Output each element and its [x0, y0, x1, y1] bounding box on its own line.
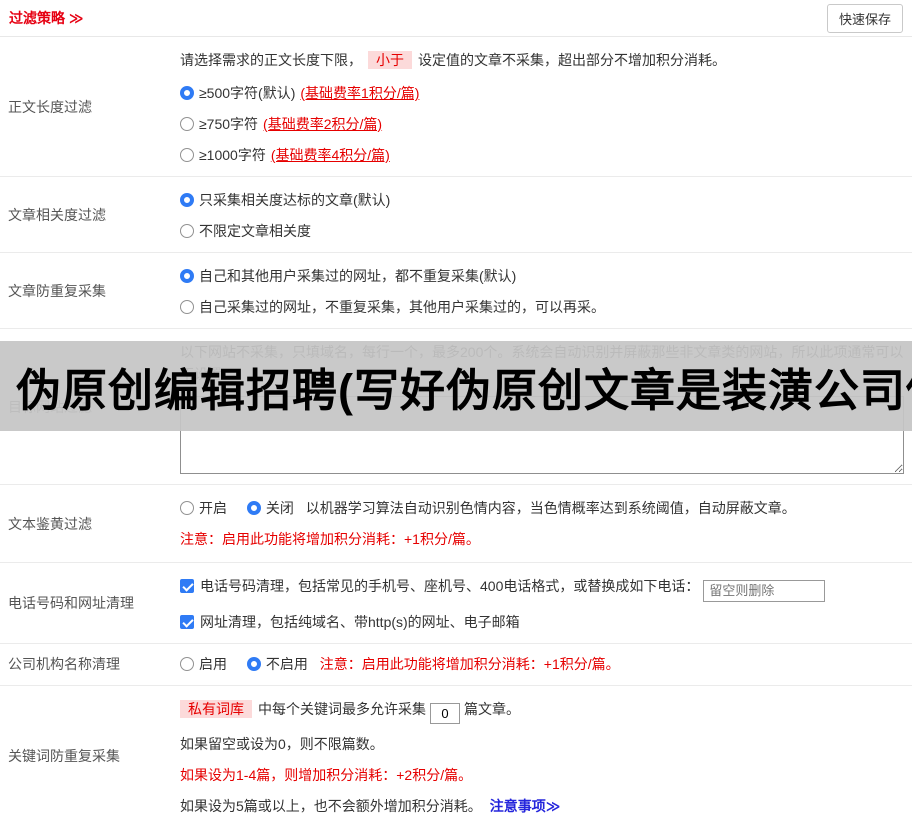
option-relevance-strict[interactable]: 只采集相关度达标的文章(默认): [180, 189, 904, 211]
radio-relevance-any[interactable]: [180, 224, 194, 238]
option-length-500[interactable]: ≥500字符(默认) (基础费率1积分/篇): [180, 82, 904, 104]
option-label: 关闭: [265, 500, 294, 516]
radio-length-500[interactable]: [180, 86, 194, 100]
option-label: 不启用: [265, 655, 308, 672]
row-dedupe-collect: 文章防重复采集 自己和其他用户采集过的网址，都不重复采集(默认) 自己采集过的网…: [0, 253, 912, 329]
row-label-text-length: 正文长度过滤: [8, 98, 92, 115]
option-dedupe-self-only[interactable]: 自己采集过的网址，不重复采集，其他用户采集过的，可以再采。: [180, 296, 904, 318]
radio-dedupe-self-only[interactable]: [180, 300, 194, 314]
page-title[interactable]: 过滤策略 ≫: [9, 8, 84, 28]
page-title-text: 过滤策略: [9, 10, 65, 26]
row-phone-url-clean: 电话号码和网址清理 电话号码清理，包括常见的手机号、座机号、400电话格式，或替…: [0, 563, 912, 644]
quick-save-button[interactable]: 快速保存: [826, 3, 903, 33]
option-url-clean[interactable]: 网址清理，包括纯域名、带http(s)的网址、电子邮箱: [180, 611, 904, 633]
fee-note: (基础费率4积分/篇): [270, 147, 390, 163]
porn-filter-note: 注意：启用此功能将增加积分消耗：+1积分/篇。: [180, 531, 480, 547]
company-clean-note: 注意：启用此功能将增加积分消耗：+1积分/篇。: [319, 655, 620, 672]
desc-text: 请选择需求的正文长度下限，: [180, 52, 362, 68]
option-label: ≥1000字符: [199, 147, 266, 163]
radio-porn-on[interactable]: [180, 501, 194, 515]
line-text: 如果设为5篇或以上，也不会额外增加积分消耗。: [180, 797, 482, 814]
option-company-on[interactable]: 启用: [180, 656, 227, 672]
option-label: 自己和其他用户采集过的网址，都不重复采集(默认): [199, 268, 517, 284]
option-relevance-any[interactable]: 不限定文章相关度: [180, 220, 904, 242]
radio-company-off[interactable]: [246, 656, 261, 671]
fee-note: (基础费率2积分/篇): [263, 116, 383, 132]
row-label-dedupe: 文章防重复采集: [8, 282, 106, 299]
row-porn-filter: 文本鉴黄过滤 开启 关闭 以机器学习算法自动识别色情内容，当色情概率达到系统阈值…: [0, 485, 912, 563]
option-label: 自己采集过的网址，不重复采集，其他用户采集过的，可以再采。: [199, 299, 605, 315]
less-than-highlight: 小于: [368, 51, 412, 69]
row-label-relevance: 文章相关度过滤: [8, 206, 106, 223]
desc-text: 设定值的文章不采集，超出部分不增加积分消耗。: [418, 52, 726, 68]
topbar: 过滤策略 ≫ 快速保存: [0, 0, 912, 37]
radio-company-on[interactable]: [180, 656, 194, 671]
option-label: 启用: [199, 655, 227, 672]
keyword-dedupe-line2: 如果留空或设为0，则不限篇数。: [180, 735, 384, 752]
notes-link[interactable]: 注意事项≫: [490, 798, 561, 814]
porn-filter-desc: 以机器学习算法自动识别色情内容，当色情概率达到系统阈值，自动屏蔽文章。: [305, 500, 796, 516]
radio-length-750[interactable]: [180, 117, 194, 131]
radio-porn-off[interactable]: [246, 501, 261, 515]
option-label: 不限定文章相关度: [199, 223, 311, 239]
option-length-750[interactable]: ≥750字符 (基础费率2积分/篇): [180, 113, 904, 135]
radio-dedupe-all-users[interactable]: [180, 269, 194, 283]
chevron-expand-icon: ≫: [68, 10, 84, 26]
row-company-clean: 公司机构名称清理 启用 不启用 注意：启用此功能将增加积分消耗：+1积分/篇。: [0, 644, 912, 686]
option-label: 只采集相关度达标的文章(默认): [199, 192, 391, 208]
checkbox-url-clean[interactable]: [180, 614, 194, 629]
row-label-phone-url: 电话号码和网址清理: [8, 594, 134, 611]
fee-note: (基础费率1积分/篇): [300, 85, 420, 101]
row-label-keyword-dedupe: 关键词防重复采集: [8, 748, 120, 764]
option-label: ≥750字符: [199, 116, 259, 132]
radio-relevance-strict[interactable]: [180, 193, 194, 207]
max-articles-input[interactable]: [430, 702, 460, 724]
option-company-off[interactable]: 不启用: [246, 655, 308, 672]
row-relevance-filter: 文章相关度过滤 只采集相关度达标的文章(默认) 不限定文章相关度: [0, 177, 912, 253]
keyword-dedupe-line1: 私有词库中每个关键词最多允许采集 篇文章。: [180, 698, 904, 724]
line-text: 中每个关键词最多允许采集: [258, 700, 426, 717]
option-label: 电话号码清理，包括常见的手机号、座机号、400电话格式，或替换成如下电话：: [200, 578, 700, 594]
option-label: 网址清理，包括纯域名、带http(s)的网址、电子邮箱: [200, 613, 520, 630]
keyword-dedupe-line4: 如果设为5篇或以上，也不会额外增加积分消耗。 注意事项≫: [180, 795, 904, 817]
keyword-dedupe-line3: 如果设为1-4篇，则增加积分消耗：+2积分/篇。: [180, 766, 473, 783]
row-label-company-clean: 公司机构名称清理: [8, 656, 120, 672]
option-porn-on[interactable]: 开启: [180, 500, 227, 516]
row-keyword-dedupe: 关键词防重复采集 私有词库中每个关键词最多允许采集 篇文章。 如果留空或设为0，则…: [0, 686, 912, 827]
drag-ghost-overlay: 伪原创编辑招聘(写好伪原创文章是装潢公司做: [0, 341, 912, 431]
text-length-desc: 请选择需求的正文长度下限， 小于 设定值的文章不采集，超出部分不增加积分消耗。: [180, 49, 904, 71]
checkbox-phone-clean[interactable]: [180, 579, 194, 593]
option-label: 开启: [199, 500, 227, 516]
private-lexicon-highlight: 私有词库: [180, 699, 252, 718]
replacement-phone-input[interactable]: [703, 579, 826, 602]
option-phone-clean[interactable]: 电话号码清理，包括常见的手机号、座机号、400电话格式，或替换成如下电话：: [180, 575, 904, 602]
row-text-length-filter: 正文长度过滤 请选择需求的正文长度下限， 小于 设定值的文章不采集，超出部分不增加积…: [0, 37, 912, 177]
line-text: 篇文章。: [464, 700, 520, 717]
row-label-porn-filter: 文本鉴黄过滤: [8, 515, 92, 532]
option-dedupe-all-users[interactable]: 自己和其他用户采集过的网址，都不重复采集(默认): [180, 265, 904, 287]
radio-length-1000[interactable]: [180, 148, 194, 162]
option-porn-off[interactable]: 关闭: [246, 500, 294, 516]
option-length-1000[interactable]: ≥1000字符 (基础费率4积分/篇): [180, 144, 904, 166]
option-label: ≥500字符(默认): [199, 85, 296, 101]
